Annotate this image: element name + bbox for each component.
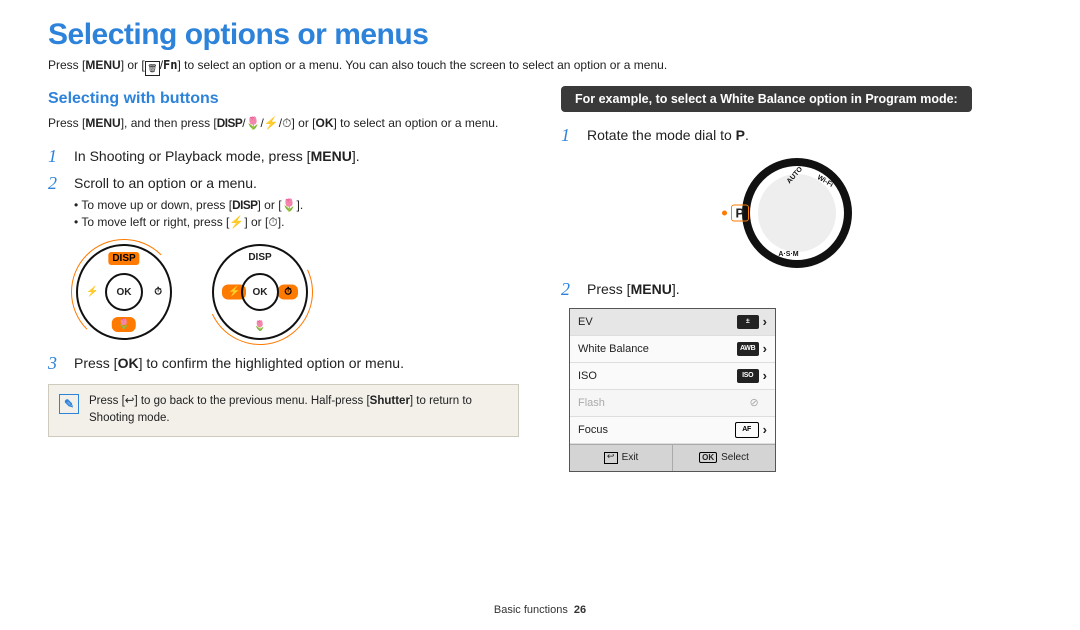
example-step-2: 2 Press [MENU]. xyxy=(561,280,1032,300)
ev-value-icon: ± xyxy=(737,315,759,329)
note-icon: ✎ xyxy=(59,394,79,414)
disp-button-highlight: DISP xyxy=(108,252,139,265)
step-1: 1 In Shooting or Playback mode, press [M… xyxy=(48,147,519,167)
disp-button-icon: DISP xyxy=(248,252,271,263)
page-intro: Press [MENU] or [🗑/Fn] to select an opti… xyxy=(48,58,1032,76)
timer-button-highlight: ⏱ xyxy=(278,285,298,300)
mode-dial-asm-label: A·S·M xyxy=(774,251,804,258)
timer-icon: ⏱ xyxy=(282,116,291,130)
example-step-1: 1 Rotate the mode dial to P. xyxy=(561,126,1032,146)
step-3: 3 Press [OK] to confirm the highlighted … xyxy=(48,354,519,374)
note-text: Press [↩] to go back to the previous men… xyxy=(89,393,508,428)
menu-key-icon: MENU xyxy=(85,58,120,72)
note-box: ✎ Press [↩] to go back to the previous m… xyxy=(48,384,519,437)
af-value-icon: AF xyxy=(735,422,759,438)
macro-button-highlight: 🌷 xyxy=(112,317,136,332)
flash-icon: ⚡ xyxy=(264,116,279,130)
right-column: For example, to select a White Balance o… xyxy=(561,86,1032,472)
ok-button-icon: OK xyxy=(105,273,143,311)
ok-button-icon: OK xyxy=(241,273,279,311)
mode-dial-figure: P AUTO Wi-Fi A·S·M xyxy=(738,154,856,272)
menu-row-ev[interactable]: EV ±› xyxy=(570,309,775,336)
menu-bottom-bar: Exit OK Select xyxy=(570,444,775,471)
menu-row-iso[interactable]: ISO ISO› xyxy=(570,363,775,390)
awb-value-icon: AWB xyxy=(737,342,759,356)
page-footer: Basic functions26 xyxy=(0,604,1080,616)
back-icon xyxy=(604,452,618,464)
subheading-selecting-with-buttons: Selecting with buttons xyxy=(48,90,519,108)
nav-wheel-figures: DISP 🌷 ⚡ ⏱ OK DISP 🌷 ⚡ ⏱ OK xyxy=(76,244,519,340)
page-title: Selecting options or menus xyxy=(48,18,1032,52)
flash-disabled-icon: ⊘ xyxy=(749,396,758,409)
ok-badge-icon: OK xyxy=(699,452,717,463)
mode-dial-p-indicator: P xyxy=(722,204,750,221)
sub-bullet: To move left or right, press [⚡] or [⏱]. xyxy=(74,214,519,230)
flash-button-icon: ⚡ xyxy=(86,287,98,298)
trash-fn-key-icon: 🗑 xyxy=(145,61,160,76)
menu-row-focus[interactable]: Focus AF› xyxy=(570,417,775,444)
left-column: Selecting with buttons Press [MENU], and… xyxy=(48,86,519,472)
macro-button-icon: 🌷 xyxy=(254,321,266,332)
sub-bullet: To move up or down, press [DISP] or [🌷]. xyxy=(74,197,519,214)
iso-value-icon: ISO xyxy=(737,369,759,383)
select-button[interactable]: OK Select xyxy=(673,445,775,471)
step-2: 2 Scroll to an option or a menu. To move… xyxy=(48,174,519,234)
exit-button[interactable]: Exit xyxy=(570,445,673,471)
menu-row-white-balance[interactable]: White Balance AWB› xyxy=(570,336,775,363)
example-label: For example, to select a White Balance o… xyxy=(561,86,972,112)
nav-wheel-horizontal: DISP 🌷 ⚡ ⏱ OK xyxy=(212,244,308,340)
nav-wheel-vertical: DISP 🌷 ⚡ ⏱ OK xyxy=(76,244,172,340)
left-intro-para: Press [MENU], and then press [DISP/🌷/⚡/⏱… xyxy=(48,114,519,133)
timer-button-icon: ⏱ xyxy=(154,287,162,298)
menu-row-flash: Flash ⊘› xyxy=(570,390,775,417)
macro-icon: 🌷 xyxy=(246,116,261,130)
camera-menu-screenshot: EV ±› White Balance AWB› ISO ISO› Flash … xyxy=(569,308,776,472)
